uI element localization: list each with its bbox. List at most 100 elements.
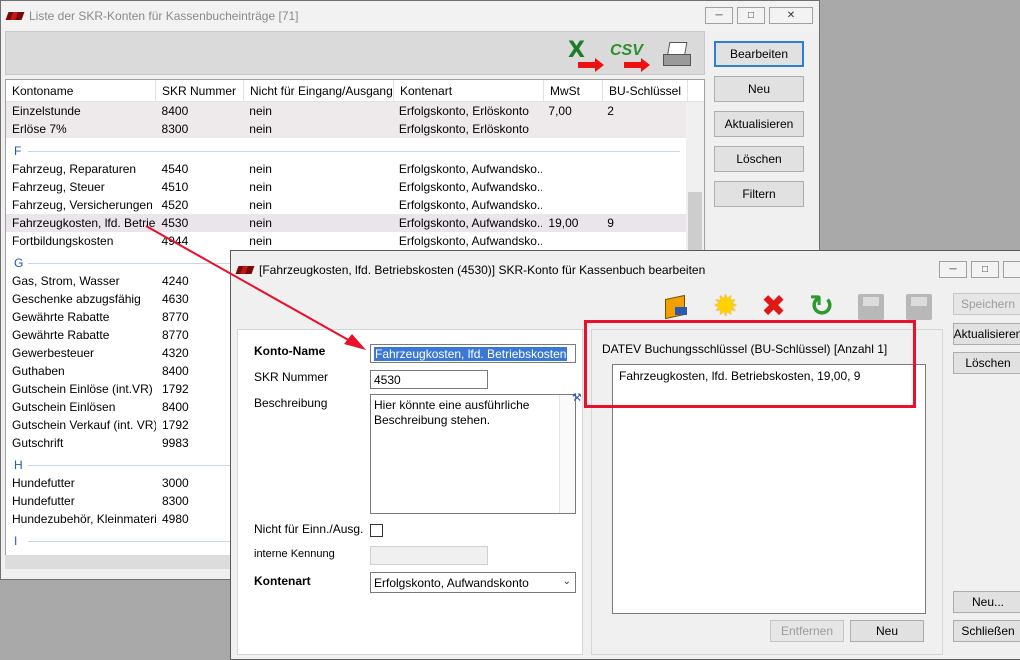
table-row[interactable]: Erlöse 7% 8300 nein Erfolgskonto, Erlösk… bbox=[6, 120, 686, 138]
nicht-label: Nicht für Einn./Ausg. bbox=[254, 522, 364, 536]
table-row[interactable]: Fortbildungskosten 4944 nein Erfolgskont… bbox=[6, 232, 686, 250]
save-disabled-icon[interactable] bbox=[855, 291, 887, 323]
schliessen-button[interactable]: Schließen bbox=[953, 620, 1020, 642]
dialog-titlebar: [Fahrzeugkosten, lfd. Betriebskosten (45… bbox=[231, 251, 1020, 289]
cell-name: Guthaben bbox=[12, 364, 65, 378]
table-row[interactable]: Einzelstunde 8400 nein Erfolgskonto, Erl… bbox=[6, 102, 686, 120]
cell-kontenart: Erfolgskonto, Aufwandsko... bbox=[398, 216, 543, 230]
cell-kontenart: Erfolgskonto, Erlöskonto bbox=[398, 104, 529, 118]
skr-input[interactable]: 4530 bbox=[370, 370, 488, 389]
cell-name: Gutschein Einlöse (int.VR) bbox=[12, 382, 153, 396]
list-toolbar bbox=[5, 31, 705, 75]
entfernen-button[interactable]: Entfernen bbox=[770, 620, 844, 642]
cell-mwst: 19,00 bbox=[548, 216, 579, 230]
maximize-button[interactable]: □ bbox=[737, 7, 765, 24]
cell-name: Gewerbesteuer bbox=[12, 346, 95, 360]
app-logo-icon bbox=[7, 11, 23, 21]
loeschen-button[interactable]: Löschen bbox=[714, 146, 804, 172]
cell-nicht: nein bbox=[249, 122, 272, 136]
table-row[interactable]: Fahrzeug, Reparaturen 4540 nein Erfolgsk… bbox=[6, 160, 686, 178]
save-close-disabled-icon[interactable] bbox=[903, 291, 935, 323]
new-star-icon[interactable] bbox=[711, 289, 743, 324]
cell-name: Gewährte Rabatte bbox=[12, 310, 110, 324]
csv-export-icon[interactable] bbox=[610, 36, 650, 72]
nicht-checkbox[interactable] bbox=[370, 524, 383, 537]
cell-name: Gutschein Verkauf (int. VR) bbox=[12, 418, 156, 432]
minimize-button[interactable]: ─ bbox=[705, 7, 733, 24]
cell-skr: 4944 bbox=[161, 234, 189, 248]
table-row-selected[interactable]: Fahrzeugkosten, lfd. Betrieb... 4530 nei… bbox=[6, 214, 686, 232]
cell-name: Einzelstunde bbox=[12, 104, 81, 118]
cell-name: Fahrzeugkosten, lfd. Betrieb... bbox=[12, 216, 156, 230]
aktualisieren-button[interactable]: Aktualisieren bbox=[714, 111, 804, 137]
cell-nicht: nein bbox=[249, 198, 272, 212]
excel-export-icon[interactable] bbox=[564, 36, 604, 72]
edit-icon[interactable] bbox=[661, 291, 693, 323]
cell-kontenart: Erfolgskonto, Aufwandsko... bbox=[398, 180, 543, 194]
kennung-input[interactable] bbox=[370, 546, 488, 565]
cell-kontenart: Erfolgskonto, Erlöskonto bbox=[398, 122, 529, 136]
dialog-neu-button[interactable]: Neu... bbox=[953, 591, 1020, 613]
cell-name: Hundefutter bbox=[12, 476, 75, 490]
main-titlebar: Liste der SKR-Konten für Kassenbucheintr… bbox=[1, 1, 819, 31]
speichern-button[interactable]: Speichern bbox=[953, 293, 1020, 315]
cell-name: Fahrzeug, Reparaturen bbox=[12, 162, 137, 176]
cell-skr: 4510 bbox=[161, 180, 189, 194]
cell-name: Fahrzeug, Versicherungen bbox=[12, 198, 153, 212]
column-header-mwst[interactable]: MwSt bbox=[544, 80, 603, 102]
cell-skr: 8400 bbox=[161, 104, 189, 118]
cell-name: Gas, Strom, Wasser bbox=[12, 274, 120, 288]
chevron-down-icon: ⌄ bbox=[562, 576, 571, 587]
cell-kontenart: Erfolgskonto, Aufwandsko... bbox=[398, 198, 543, 212]
kontenart-label: Kontenart bbox=[254, 574, 311, 588]
dialog-title: [Fahrzeugkosten, lfd. Betriebskosten (45… bbox=[259, 263, 706, 277]
app-logo-icon bbox=[237, 265, 253, 275]
list-header: Kontoname SKR Nummer Nicht für Eingang/A… bbox=[6, 80, 704, 102]
scroll-thumb[interactable] bbox=[688, 192, 702, 252]
filtern-button[interactable]: Filtern bbox=[714, 181, 804, 207]
dialog-close-button[interactable]: ✕ bbox=[1003, 261, 1020, 278]
highlight-box bbox=[584, 320, 916, 408]
cell-name: Hundezubehör, Kleinmaterial bbox=[12, 512, 156, 526]
beschreibung-textarea[interactable]: Hier könnte eine ausführliche Beschreibu… bbox=[370, 394, 576, 514]
cell-name: Fahrzeug, Steuer bbox=[12, 180, 105, 194]
column-header-skr[interactable]: SKR Nummer bbox=[156, 80, 244, 102]
dialog-minimize-button[interactable]: ─ bbox=[939, 261, 967, 278]
printer-icon[interactable] bbox=[660, 36, 698, 72]
neu-button[interactable]: Neu bbox=[714, 76, 804, 102]
dialog-maximize-button[interactable]: □ bbox=[971, 261, 999, 278]
cell-name: Hundefutter bbox=[12, 494, 75, 508]
group-header-f[interactable]: F bbox=[6, 138, 686, 160]
cell-nicht: nein bbox=[249, 216, 272, 230]
column-header-kontoname[interactable]: Kontoname bbox=[6, 80, 156, 102]
column-header-nicht[interactable]: Nicht für Eingang/Ausgang bbox=[244, 80, 394, 102]
cell-kontenart: Erfolgskonto, Aufwandsko... bbox=[398, 162, 543, 176]
bearbeiten-button[interactable]: Bearbeiten bbox=[714, 41, 804, 67]
cell-skr: 4520 bbox=[161, 198, 189, 212]
cell-skr: 8300 bbox=[161, 122, 189, 136]
table-row[interactable]: Fahrzeug, Steuer 4510 nein Erfolgskonto,… bbox=[6, 178, 686, 196]
datev-neu-button[interactable]: Neu bbox=[850, 620, 924, 642]
cell-mwst: 7,00 bbox=[548, 104, 572, 118]
textarea-scrollbar[interactable] bbox=[559, 395, 575, 513]
cell-name: Fortbildungskosten bbox=[12, 234, 114, 248]
konto-name-label: Konto-Name bbox=[254, 344, 326, 358]
kontenart-select[interactable]: Erfolgskonto, Aufwandskonto ⌄ bbox=[370, 572, 576, 593]
column-header-bu[interactable]: BU-Schlüssel bbox=[603, 80, 688, 102]
delete-icon[interactable] bbox=[759, 289, 791, 324]
table-row[interactable]: Fahrzeug, Versicherungen 4520 nein Erfol… bbox=[6, 196, 686, 214]
konto-name-input[interactable]: Fahrzeugkosten, lfd. Betriebskosten bbox=[370, 344, 576, 363]
account-form: Konto-Name Fahrzeugkosten, lfd. Betriebs… bbox=[237, 329, 583, 655]
cell-nicht: nein bbox=[249, 162, 272, 176]
cell-name: Geschenke abzugsfähig bbox=[12, 292, 141, 306]
dialog-loeschen-button[interactable]: Löschen bbox=[953, 352, 1020, 374]
beschreibung-line-1: Hier könnte eine ausführliche bbox=[374, 398, 530, 412]
close-button[interactable]: ✕ bbox=[769, 7, 813, 24]
dialog-aktualisieren-button[interactable]: Aktualisieren bbox=[953, 323, 1020, 345]
skr-label: SKR Nummer bbox=[254, 370, 329, 384]
column-header-kontenart[interactable]: Kontenart bbox=[394, 80, 544, 102]
wrench-icon[interactable] bbox=[572, 391, 582, 406]
cell-skr: 4540 bbox=[161, 162, 189, 176]
beschreibung-label: Beschreibung bbox=[254, 396, 328, 410]
undo-icon[interactable] bbox=[807, 289, 839, 324]
